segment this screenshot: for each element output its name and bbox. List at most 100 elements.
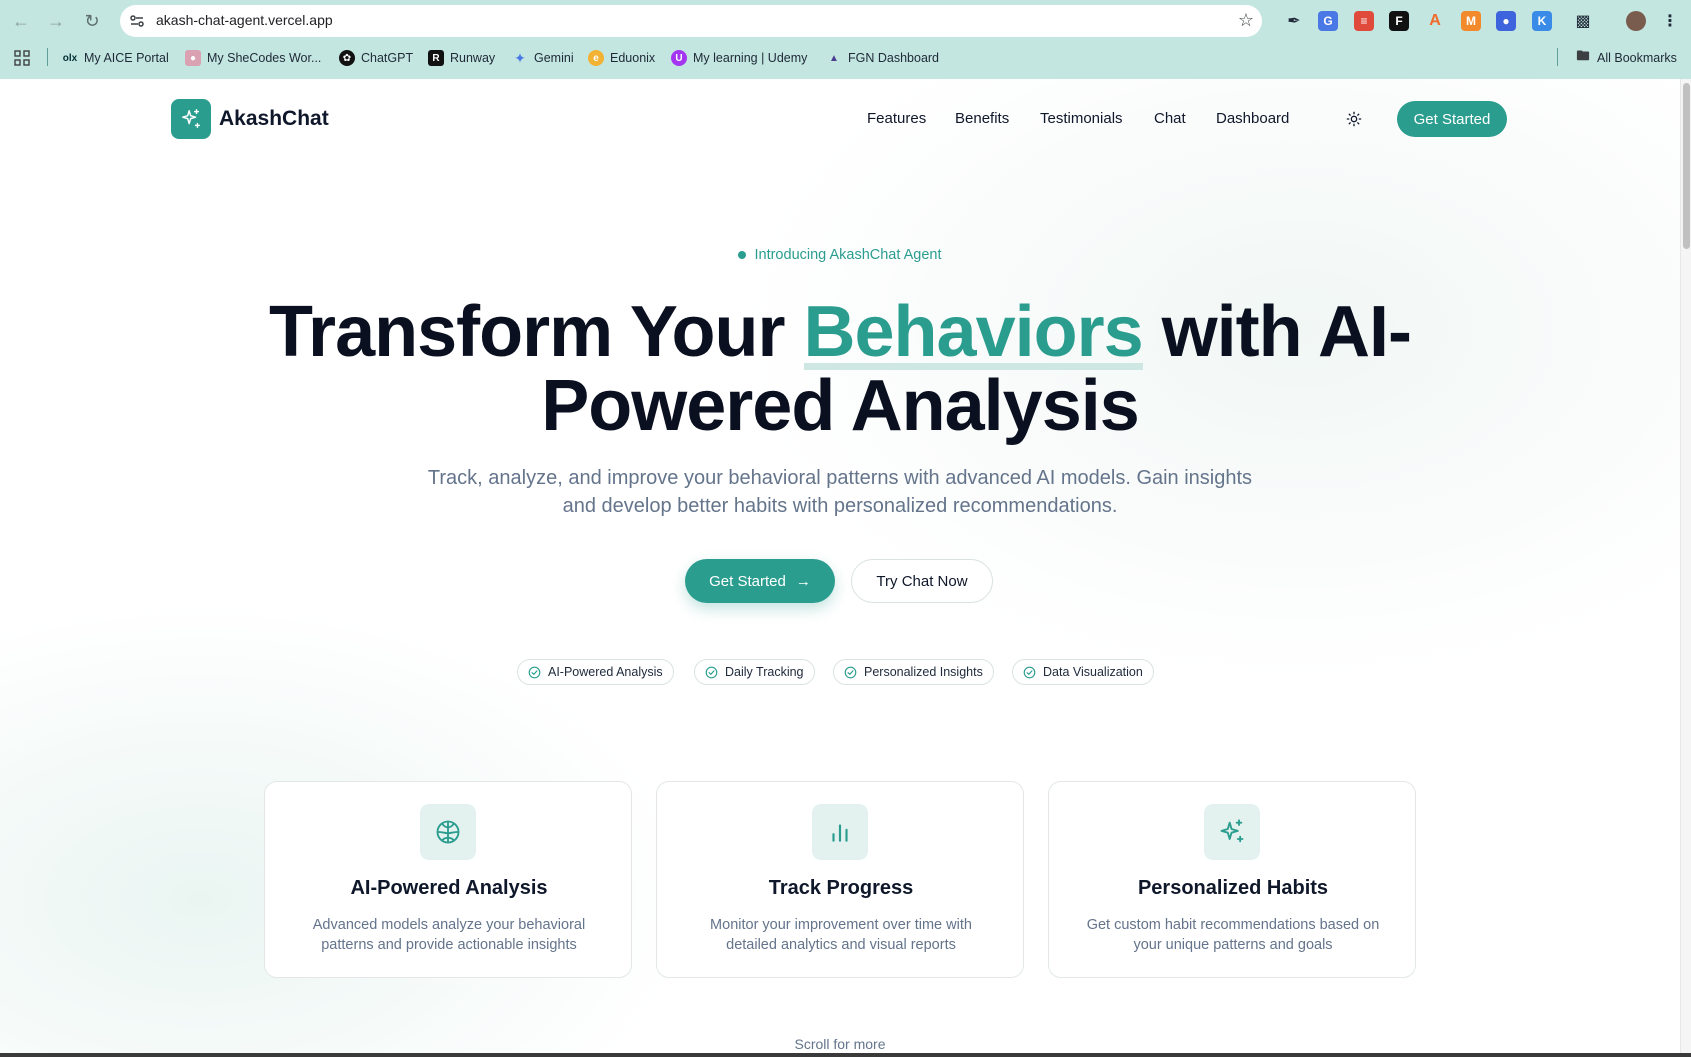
nav-testimonials[interactable]: Testimonials <box>1040 110 1123 127</box>
feature-card-ai-analysis[interactable]: AI-Powered Analysis Advanced models anal… <box>264 781 632 978</box>
try-chat-now-button[interactable]: Try Chat Now <box>851 559 993 603</box>
header-get-started-button[interactable]: Get Started <box>1397 101 1507 137</box>
feature-chip: Data Visualization <box>1012 659 1154 685</box>
page-scrollbar[interactable] <box>1680 79 1691 1057</box>
bookmark-star-icon[interactable]: ☆ <box>1238 10 1254 31</box>
feature-chip: Daily Tracking <box>694 659 815 685</box>
intro-badge: Introducing AkashChat Agent <box>0 247 1680 263</box>
nav-chat[interactable]: Chat <box>1154 110 1186 127</box>
page-viewport: AkashChat Features Benefits Testimonials… <box>0 79 1680 1057</box>
feature-chip: AI-Powered Analysis <box>517 659 674 685</box>
chip-label: Daily Tracking <box>725 665 804 679</box>
card-title: Track Progress <box>768 877 914 899</box>
hero-title-accent: Behaviors <box>803 292 1144 372</box>
person-extension-icon[interactable]: ● <box>1496 11 1516 31</box>
chip-label: Data Visualization <box>1043 665 1143 679</box>
bookmark-runway[interactable]: R Runway <box>428 48 495 68</box>
openai-icon: ✿ <box>339 50 355 66</box>
bookmark-label: Eduonix <box>610 51 656 65</box>
ai-extension-icon[interactable]: A <box>1425 11 1445 31</box>
check-circle-icon <box>705 666 718 678</box>
feature-chip: Personalized Insights <box>833 659 994 685</box>
brand-name[interactable]: AkashChat <box>219 107 329 131</box>
extensions-puzzle-icon[interactable]: ▩ <box>1573 11 1593 31</box>
sparkles-icon <box>1204 804 1260 860</box>
card-description: Get custom habit recommendations based o… <box>1086 917 1380 953</box>
sparkles-logo-icon <box>182 109 200 128</box>
folder-icon: 🖿 <box>1576 48 1590 63</box>
card-title: AI-Powered Analysis <box>350 877 548 899</box>
olx-icon: olx <box>62 52 78 64</box>
figma-extension-icon[interactable]: F <box>1389 11 1409 31</box>
scrollbar-thumb[interactable] <box>1683 83 1690 249</box>
bookmark-chatgpt[interactable]: ✿ ChatGPT <box>339 48 413 68</box>
bookmark-label: Gemini <box>534 51 574 65</box>
menu-kebab-icon[interactable]: ⋮ <box>1660 11 1680 31</box>
todoist-extension-icon[interactable]: ≡ <box>1354 11 1374 31</box>
bookmark-my-aice-portal[interactable]: olx My AICE Portal <box>62 48 169 68</box>
intro-badge-text: Introducing AkashChat Agent <box>754 247 942 263</box>
back-icon[interactable]: ← <box>9 9 33 33</box>
profile-avatar[interactable] <box>1626 11 1646 31</box>
fgn-icon: ▲ <box>829 52 839 64</box>
site-settings-icon[interactable] <box>128 12 146 30</box>
hero-subtitle: Track, analyze, and improve your behavio… <box>427 467 1253 517</box>
badge-dot <box>738 251 747 259</box>
card-title: Personalized Habits <box>1137 877 1329 899</box>
bookmark-label: My SheCodes Wor... <box>207 51 322 65</box>
eduonix-icon: e <box>588 50 604 66</box>
udemy-icon: U <box>671 50 687 66</box>
reload-icon[interactable]: ↻ <box>80 9 104 33</box>
metamask-extension-icon[interactable]: M <box>1461 11 1481 31</box>
brand-logo[interactable] <box>171 99 211 139</box>
shecodes-icon: ● <box>185 50 201 66</box>
eyedropper-extension-icon[interactable]: ✒ <box>1284 11 1304 31</box>
os-dock-edge <box>0 1053 1691 1057</box>
hero-get-started-button[interactable]: Get Started → <box>685 559 835 603</box>
gemini-icon: ✦ <box>514 49 526 66</box>
check-circle-icon <box>1023 666 1036 678</box>
theme-toggle-sun-icon[interactable] <box>1344 109 1364 129</box>
brain-icon <box>420 804 476 860</box>
all-bookmarks-folder[interactable]: 🖿 All Bookmarks <box>1575 48 1677 68</box>
card-description: Monitor your improvement over time with … <box>710 917 972 953</box>
bookmark-label: FGN Dashboard <box>848 51 940 65</box>
all-bookmarks-label: All Bookmarks <box>1597 51 1677 65</box>
bookmarks-divider <box>47 48 48 66</box>
bookmark-shecodes[interactable]: ● My SheCodes Wor... <box>185 48 321 68</box>
translate-extension-icon[interactable]: G <box>1318 11 1338 31</box>
bookmark-label: Runway <box>450 51 496 65</box>
bar-chart-icon <box>812 804 868 860</box>
runway-icon: R <box>428 50 444 66</box>
k-extension-icon[interactable]: K <box>1532 11 1552 31</box>
feature-card-track-progress[interactable]: Track Progress Monitor your improvement … <box>656 781 1024 978</box>
chip-label: Personalized Insights <box>864 665 983 679</box>
bookmark-fgn-dashboard[interactable]: ▲ FGN Dashboard <box>826 48 939 68</box>
forward-icon[interactable]: → <box>44 9 68 33</box>
bookmark-label: ChatGPT <box>361 51 414 65</box>
check-circle-icon <box>528 666 541 678</box>
bookmark-gemini[interactable]: ✦ Gemini <box>512 48 574 68</box>
bookmark-label: My learning | Udemy <box>693 51 808 65</box>
arrow-right-icon: → <box>795 572 811 590</box>
hero-get-started-label: Get Started <box>709 572 786 590</box>
bookmarks-divider-right <box>1557 48 1558 66</box>
bookmark-eduonix[interactable]: e Eduonix <box>588 48 655 68</box>
nav-dashboard[interactable]: Dashboard <box>1216 110 1289 127</box>
address-bar[interactable]: akash-chat-agent.vercel.app ☆ <box>120 5 1262 37</box>
url-text[interactable]: akash-chat-agent.vercel.app <box>156 12 333 28</box>
check-circle-icon <box>844 666 857 678</box>
scroll-hint: Scroll for more <box>794 1036 886 1052</box>
hero-title-part1: Transform Your <box>269 292 804 372</box>
nav-features[interactable]: Features <box>867 110 926 127</box>
card-description: Advanced models analyze your behavioral … <box>312 917 586 953</box>
bookmark-label: My AICE Portal <box>84 51 169 65</box>
feature-card-personalized-habits[interactable]: Personalized Habits Get custom habit rec… <box>1048 781 1416 978</box>
bookmark-udemy[interactable]: U My learning | Udemy <box>671 48 807 68</box>
nav-benefits[interactable]: Benefits <box>955 110 1009 127</box>
hero-title: Transform Your Behaviors with AI-Powered… <box>180 296 1500 443</box>
browser-toolbar: ← → ↻ akash-chat-agent.vercel.app ☆ ✒ G … <box>0 0 1691 42</box>
browser-chrome: ← → ↻ akash-chat-agent.vercel.app ☆ ✒ G … <box>0 0 1691 79</box>
chip-label: AI-Powered Analysis <box>548 665 663 679</box>
apps-grid-icon[interactable] <box>14 48 30 68</box>
